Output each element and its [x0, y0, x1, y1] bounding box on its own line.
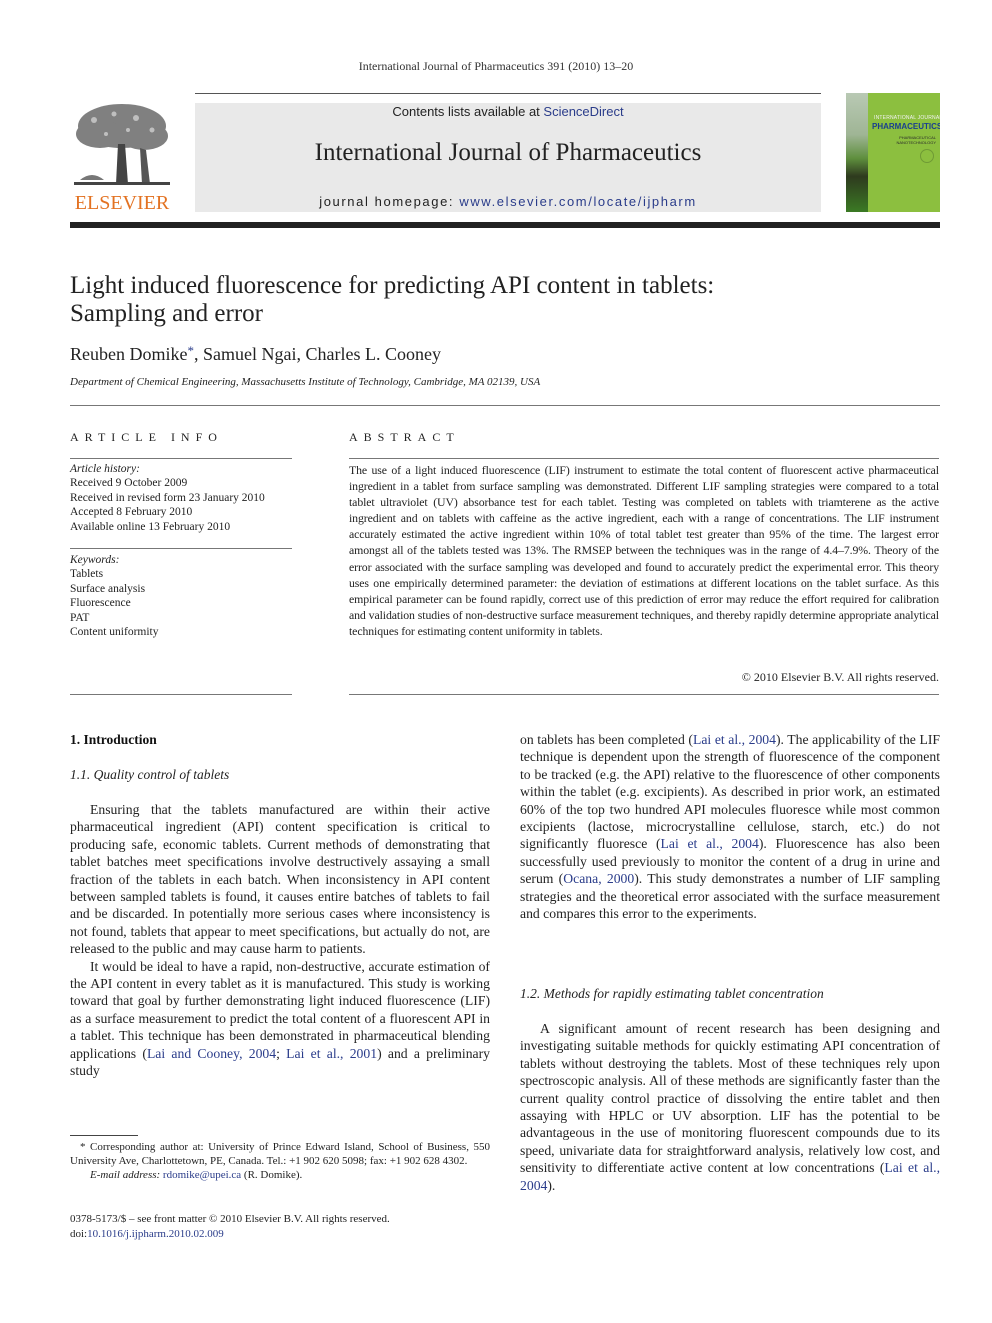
elsevier-wordmark: ELSEVIER: [74, 192, 170, 214]
keyword: Content uniformity: [70, 626, 159, 639]
paragraph-text: ).: [547, 1177, 556, 1193]
paragraph-text: ). The applicability of the LIF techniqu…: [520, 732, 940, 852]
abstract-copyright: © 2010 Elsevier B.V. All rights reserved…: [741, 670, 939, 684]
paragraph: A significant amount of recent research …: [520, 1020, 940, 1194]
homepage-prefix: journal homepage:: [319, 194, 460, 209]
doi-label: doi:: [70, 1228, 88, 1240]
masthead-box: Contents lists available at ScienceDirec…: [195, 103, 821, 212]
subsection-heading-methods: 1.2. Methods for rapidly estimating tabl…: [520, 986, 824, 1001]
right-column-text: on tablets has been completed (Lai et al…: [520, 731, 940, 922]
paragraph: It would be ideal to have a rapid, non-d…: [70, 958, 490, 1080]
paragraph: on tablets has been completed (Lai et al…: [520, 731, 940, 922]
article-title: Light induced fluorescence for predictin…: [70, 272, 940, 328]
divider: [349, 458, 939, 459]
footnote-text: Corresponding author at: University of P…: [70, 1141, 490, 1168]
author-name[interactable]: Samuel Ngai: [203, 344, 296, 364]
article-info-heading: ARTICLE INFO: [70, 430, 223, 444]
doi-link[interactable]: 10.1016/j.ijpharm.2010.02.009: [87, 1228, 224, 1240]
author-separator: ,: [193, 344, 203, 364]
homepage-link[interactable]: www.elsevier.com/locate/ijpharm: [459, 194, 696, 209]
contents-prefix: Contents lists available at: [392, 104, 544, 119]
divider: [70, 405, 940, 406]
cover-image: [846, 93, 868, 212]
cover-subtitle: PHARMACEUTICAL NANOTECHNOLOGY: [896, 135, 936, 145]
email-link[interactable]: rdomike@upei.ca: [163, 1169, 241, 1181]
history-label: Article history:: [70, 463, 140, 475]
cover-seal-icon: [920, 149, 934, 163]
footnote-corresponding: * Corresponding author at: University of…: [70, 1140, 490, 1168]
divider: [70, 548, 292, 549]
footnote-rule: [70, 1135, 138, 1136]
email-label: E-mail address:: [90, 1169, 163, 1182]
masthead-thick-rule: [70, 222, 940, 228]
affiliation: Department of Chemical Engineering, Mass…: [70, 376, 541, 388]
paragraph-text: A significant amount of recent research …: [520, 1021, 940, 1176]
footnote-email: E-mail address: rdomike@upei.ca (R. Domi…: [70, 1168, 490, 1182]
right-column-text-2: A significant amount of recent research …: [520, 1020, 940, 1194]
footnote: * Corresponding author at: University of…: [70, 1140, 490, 1183]
history-item: Received in revised form 23 January 2010: [70, 491, 265, 504]
masthead-rule: [195, 93, 821, 94]
history-item: Received 9 October 2009: [70, 477, 188, 490]
keyword: Tablets: [70, 568, 104, 581]
paragraph: Ensuring that the tablets manufactured a…: [70, 802, 490, 957]
subsection-heading-quality-control: 1.1. Quality control of tablets: [70, 767, 230, 782]
citation-link[interactable]: Lai et al., 2004: [661, 836, 759, 851]
citation-link[interactable]: Lai and Cooney, 2004: [147, 1046, 276, 1061]
title-line-2: Sampling and error: [70, 300, 264, 327]
email-suffix: (R. Domike).: [241, 1169, 303, 1182]
divider: [349, 694, 939, 695]
cover-line1: INTERNATIONAL JOURNAL OF: [874, 115, 940, 121]
keyword: Fluorescence: [70, 597, 131, 610]
elsevier-tree-icon: [74, 104, 170, 185]
citation-link[interactable]: Lai et al., 2001: [286, 1046, 377, 1061]
cover-line3b: NANOTECHNOLOGY: [896, 140, 936, 145]
citation-separator: ;: [276, 1045, 287, 1061]
running-head: International Journal of Pharmaceutics 3…: [358, 59, 634, 73]
paragraph-text: on tablets has been completed (: [520, 732, 693, 747]
author-list: Reuben Domike*, Samuel Ngai, Charles L. …: [70, 343, 441, 365]
author-name[interactable]: Charles L. Cooney: [305, 344, 440, 364]
section-heading-introduction: 1. Introduction: [70, 732, 157, 747]
article-history: Article history: Received 9 October 2009…: [70, 462, 292, 534]
homepage-line: journal homepage: www.elsevier.com/locat…: [195, 194, 821, 209]
divider: [70, 458, 292, 459]
cover-line2: PHARMACEUTICS: [872, 122, 940, 131]
divider: [70, 694, 292, 695]
author-name[interactable]: Reuben Domike: [70, 344, 187, 364]
sciencedirect-link[interactable]: ScienceDirect: [543, 104, 623, 119]
doi-line: doi:10.1016/j.ijpharm.2010.02.009: [70, 1227, 490, 1242]
keyword: PAT: [70, 611, 90, 624]
journal-cover-thumbnail[interactable]: INTERNATIONAL JOURNAL OF PHARMACEUTICS P…: [846, 93, 940, 212]
citation-link[interactable]: Lai et al., 2004: [693, 732, 776, 747]
keywords: Keywords: Tablets Surface analysis Fluor…: [70, 553, 292, 639]
citation-link[interactable]: Ocana, 2000: [563, 871, 634, 886]
abstract-text: The use of a light induced fluorescence …: [349, 463, 939, 638]
journal-title: International Journal of Pharmaceutics: [314, 139, 702, 166]
abstract-heading: ABSTRACT: [349, 430, 460, 444]
left-column-text: Ensuring that the tablets manufactured a…: [70, 801, 490, 1080]
contents-line: Contents lists available at ScienceDirec…: [195, 104, 821, 119]
front-matter: 0378-5173/$ – see front matter © 2010 El…: [70, 1212, 490, 1242]
keyword: Surface analysis: [70, 582, 146, 595]
elsevier-logo[interactable]: ELSEVIER: [70, 100, 174, 215]
issn-line: 0378-5173/$ – see front matter © 2010 El…: [70, 1213, 390, 1225]
title-line-1: Light induced fluorescence for predictin…: [70, 272, 715, 299]
history-item: Accepted 8 February 2010: [70, 506, 193, 519]
keywords-label: Keywords:: [70, 554, 120, 566]
history-item: Available online 13 February 2010: [70, 520, 231, 533]
